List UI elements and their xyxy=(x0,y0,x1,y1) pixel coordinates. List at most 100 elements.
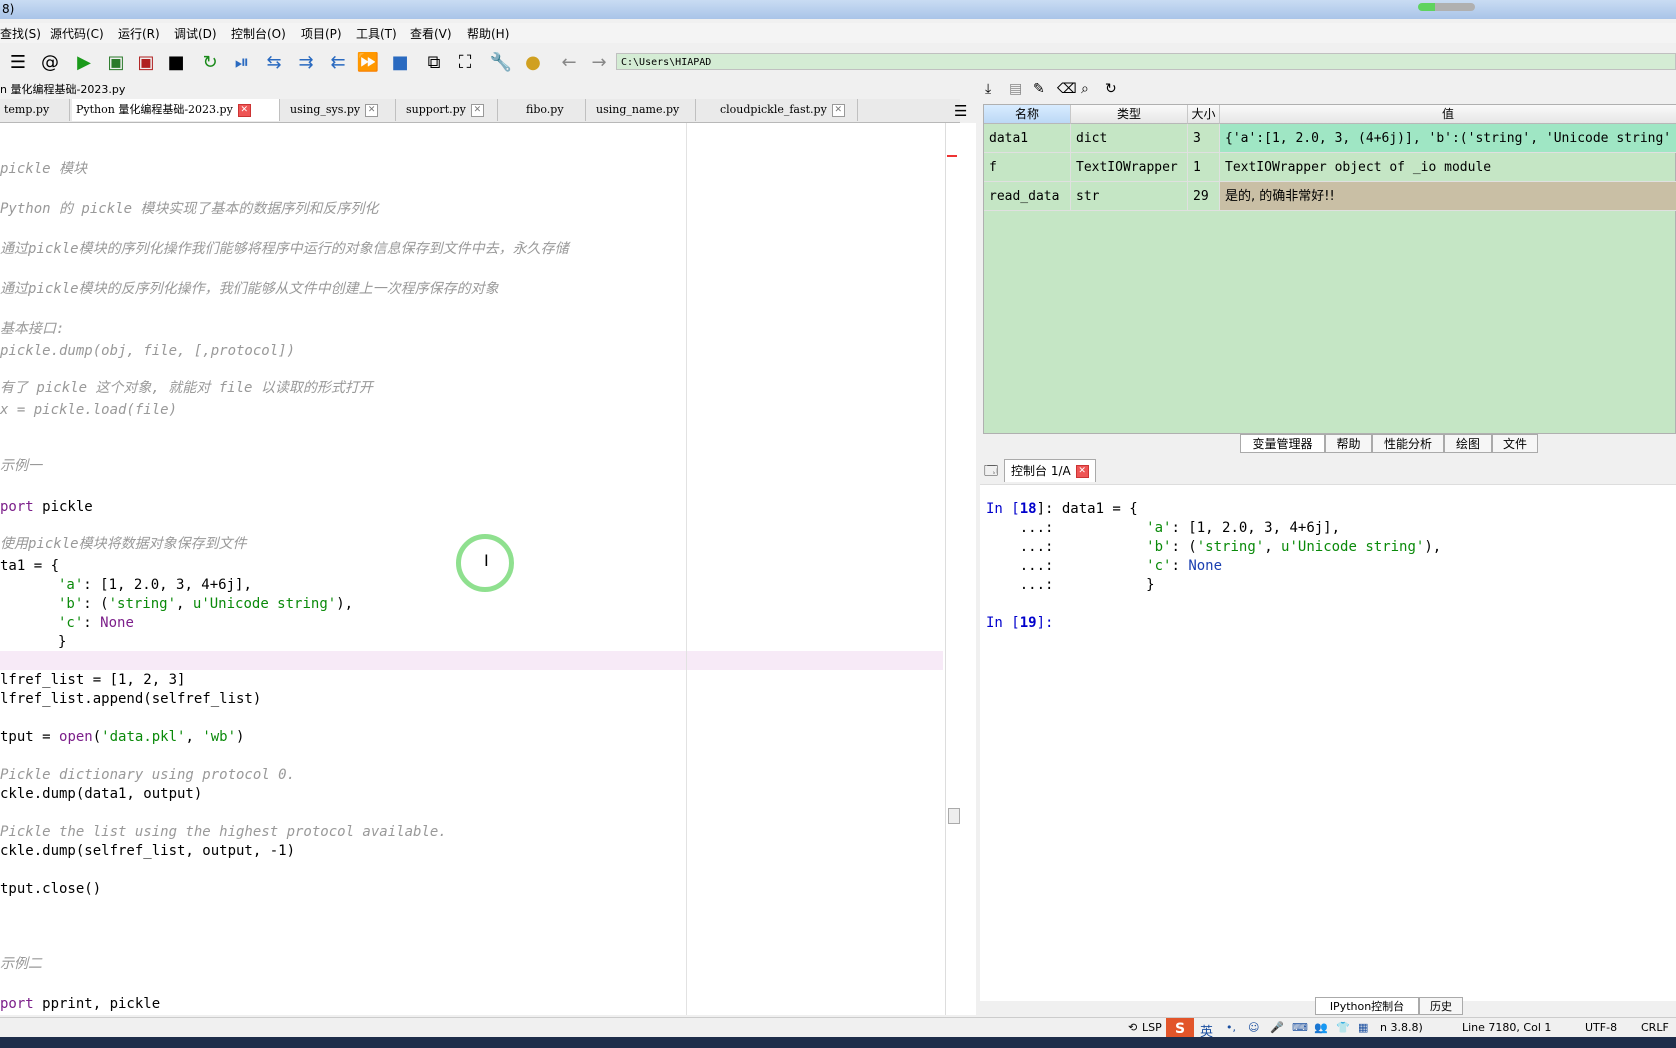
import-data-icon[interactable]: ⤓ xyxy=(985,81,991,97)
wrench-icon[interactable]: 🔧 xyxy=(489,50,513,74)
menu-run[interactable]: 运行(R) xyxy=(118,25,160,42)
save-data-icon[interactable]: ▤ xyxy=(1009,81,1022,97)
string: 'a' xyxy=(58,577,84,593)
console-window-icon[interactable]: 🗔 xyxy=(984,462,998,484)
menu-source[interactable]: 源代码(C) xyxy=(50,25,104,42)
var-type-cell[interactable]: dict xyxy=(1071,124,1188,153)
working-directory-input[interactable]: C:\Users\HIAPAD xyxy=(616,53,1676,70)
tab-support[interactable]: support.py ✕ xyxy=(402,99,498,121)
tab-options-icon[interactable]: ☰ xyxy=(954,102,967,120)
console-text: ]: xyxy=(1036,615,1054,631)
punctuation-icon[interactable]: •, xyxy=(1226,1021,1236,1034)
string: 'wb' xyxy=(202,729,237,745)
continue-icon[interactable]: ⏩ xyxy=(356,50,380,74)
rerun-icon[interactable]: ↻ xyxy=(198,50,222,74)
header-size[interactable]: 大小 xyxy=(1188,105,1220,124)
tab-console[interactable]: 控制台 1/A ✕ xyxy=(1004,459,1096,482)
menu-view[interactable]: 查看(V) xyxy=(410,25,452,42)
continuation-prompt: ...: xyxy=(986,520,1147,536)
run-cell-icon[interactable]: ▣ xyxy=(104,50,128,74)
menu-search[interactable]: 查找(S) xyxy=(0,25,41,42)
header-value[interactable]: 值 xyxy=(1220,105,1676,124)
tab-profiler[interactable]: 性能分析 xyxy=(1372,434,1444,453)
console-input-line: ...: } xyxy=(986,577,1155,593)
code-line: 通过pickle模块的序列化操作我们能够将程序中运行的对象信息保存到文件中去，永… xyxy=(0,241,569,257)
microphone-icon[interactable]: 🎤 xyxy=(1270,1021,1284,1034)
var-value-cell[interactable]: {'a':[1, 2.0, 3, (4+6j)], 'b':('string',… xyxy=(1220,124,1676,153)
keyword: port xyxy=(0,996,34,1012)
maximize-pane-icon[interactable]: ⧉ xyxy=(422,50,446,74)
tab-using-name[interactable]: using_name.py✕ xyxy=(592,99,696,139)
refresh-icon[interactable]: ↻ xyxy=(1105,81,1117,97)
run-icon[interactable]: ▶ xyxy=(72,50,96,74)
menu-help[interactable]: 帮助(H) xyxy=(467,25,509,42)
scrollbar-thumb[interactable] xyxy=(948,808,960,824)
debug-icon[interactable]: ⏯ xyxy=(230,50,254,74)
header-type[interactable]: 类型 xyxy=(1071,105,1188,124)
menu-debug[interactable]: 调试(D) xyxy=(174,25,217,42)
tab-cloudpickle-fast[interactable]: cloudpickle_fast.py ✕ xyxy=(716,99,858,121)
console-text: : xyxy=(1171,558,1189,574)
tab-history[interactable]: 历史 xyxy=(1419,997,1463,1015)
var-value-cell[interactable]: TextIOWrapper object of _io module xyxy=(1220,153,1676,182)
var-value-cell[interactable]: 是的, 的确非常好!! xyxy=(1220,182,1676,211)
var-size-cell[interactable]: 3 xyxy=(1188,124,1220,153)
menu-tools[interactable]: 工具(T) xyxy=(356,25,397,42)
tab-variable-explorer[interactable]: 变量管理器 xyxy=(1240,434,1325,453)
tab-plots[interactable]: 绘图 xyxy=(1444,434,1492,453)
erase-icon[interactable]: ⌫ xyxy=(1057,81,1077,97)
tab-files[interactable]: 文件 xyxy=(1492,434,1538,453)
step-return-icon[interactable]: ⇇ xyxy=(326,50,350,74)
run-cell-advance-icon[interactable]: ▣ xyxy=(134,50,158,74)
skin-icon[interactable]: 👕 xyxy=(1336,1021,1350,1034)
code-line: 使用pickle模块将数据对象保存到文件 xyxy=(0,536,247,552)
code-line: Python 的 pickle 模块实现了基本的数据序列和反序列化 xyxy=(0,201,379,217)
at-icon[interactable]: @ xyxy=(38,50,62,74)
editor-scrollbar[interactable] xyxy=(945,123,976,1015)
close-icon[interactable]: ✕ xyxy=(470,103,484,117)
save-as-icon[interactable]: ✎ xyxy=(1033,81,1045,97)
search-icon[interactable]: ⌕ xyxy=(1081,81,1089,97)
user-icon[interactable]: 👥 xyxy=(1314,1021,1328,1034)
back-arrow-icon[interactable]: ← xyxy=(557,50,581,74)
run-selection-icon[interactable]: ■ xyxy=(164,50,188,74)
forward-arrow-icon[interactable]: → xyxy=(587,50,611,74)
tab-ipython-console[interactable]: IPython控制台 xyxy=(1315,997,1419,1015)
var-name-cell[interactable]: f xyxy=(984,153,1071,182)
step-into-icon[interactable]: ⇉ xyxy=(294,50,318,74)
tab-python-quant[interactable]: Python 量化编程基础-2023.py ✕ xyxy=(72,99,280,121)
console-text: , xyxy=(1264,539,1282,555)
tab-using-sys[interactable]: using_sys.py ✕ xyxy=(286,99,396,121)
prompt-text: In [ xyxy=(986,615,1020,631)
edge-line xyxy=(686,123,687,1015)
python-path-icon[interactable]: ● xyxy=(521,50,545,74)
var-size-cell[interactable]: 1 xyxy=(1188,153,1220,182)
close-icon[interactable]: ✕ xyxy=(831,103,845,117)
var-name-cell[interactable]: data1 xyxy=(984,124,1071,153)
menu-projects[interactable]: 项目(P) xyxy=(301,25,342,42)
close-icon[interactable]: ✕ xyxy=(1075,465,1089,478)
fullscreen-icon[interactable]: ⛶ xyxy=(453,50,477,74)
emoji-icon[interactable]: ☺ xyxy=(1248,1021,1259,1034)
toolbox-icon[interactable]: ▦ xyxy=(1358,1021,1368,1034)
var-size-cell[interactable]: 29 xyxy=(1188,182,1220,211)
var-type-cell[interactable]: TextIOWrapper xyxy=(1071,153,1188,182)
tab-help[interactable]: 帮助 xyxy=(1325,434,1372,453)
menu-console[interactable]: 控制台(O) xyxy=(231,25,286,42)
keyboard-icon[interactable]: ⌨ xyxy=(1292,1021,1308,1034)
step-icon[interactable]: ⇆ xyxy=(262,50,286,74)
var-type-cell[interactable]: str xyxy=(1071,182,1188,211)
tab-temp[interactable]: temp.py✕ xyxy=(0,99,70,139)
close-icon[interactable]: ✕ xyxy=(365,103,379,117)
close-icon[interactable]: ✕ xyxy=(237,103,251,117)
console-text: : [1, 2.0, 3, 4+6j], xyxy=(1171,520,1341,536)
window-titlebar: 8) xyxy=(0,0,1676,19)
string: 'c' xyxy=(58,615,84,631)
header-name[interactable]: 名称 xyxy=(984,105,1071,124)
stop-icon[interactable]: ■ xyxy=(388,50,412,74)
outline-icon[interactable]: ☰ xyxy=(6,50,30,74)
var-name-cell[interactable]: read_data xyxy=(984,182,1071,211)
tab-fibo[interactable]: fibo.py✕ xyxy=(522,99,586,139)
progress-indicator xyxy=(1418,3,1475,11)
text-cursor-icon: I xyxy=(484,551,489,570)
